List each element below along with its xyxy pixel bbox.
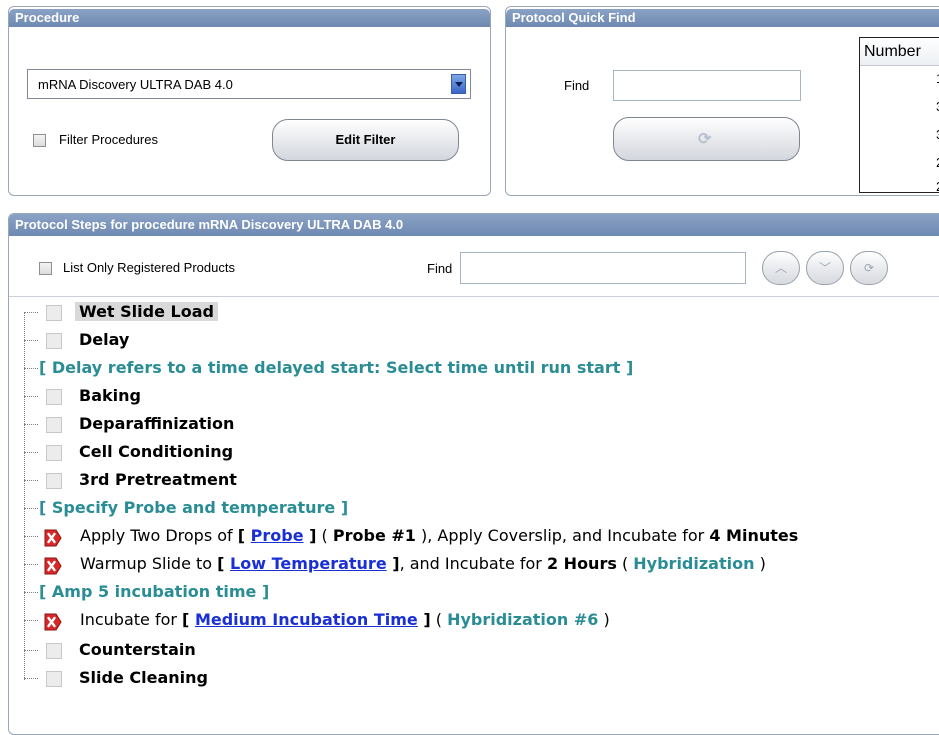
chevron-down-icon[interactable] (451, 74, 466, 94)
step-icon (46, 671, 62, 687)
step-comment: [ Amp 5 incubation time ] (39, 582, 270, 601)
tree-connector (24, 620, 38, 621)
step-icon (46, 389, 62, 405)
refresh-icon: ⟳ (698, 131, 712, 148)
step-label: Baking (79, 386, 141, 405)
tree-connector (24, 452, 38, 453)
results-column-header[interactable]: Number (860, 38, 939, 66)
results-table[interactable]: Number 1 3 3 2 2 (859, 37, 939, 194)
error-icon (44, 613, 62, 631)
quick-find-title: Protocol Quick Find (506, 9, 939, 27)
move-up-button[interactable]: ︿ (762, 251, 800, 285)
tree-connector (24, 480, 38, 481)
procedure-panel-title: Procedure (9, 9, 490, 27)
step-label: Deparaffinization (79, 414, 235, 433)
incubation-time-link[interactable]: Medium Incubation Time (195, 610, 418, 629)
tree-connector (24, 536, 38, 537)
tree-connector (24, 678, 38, 679)
step-icon (46, 305, 62, 321)
step-label: Cell Conditioning (79, 442, 234, 461)
step-label: Delay (79, 330, 130, 349)
chevron-down-icon: ﹀ (818, 261, 831, 275)
probe-link[interactable]: Probe (251, 526, 304, 545)
step-icon (46, 643, 62, 659)
registered-only-checkbox[interactable] (39, 262, 52, 275)
tree-connector (24, 312, 38, 313)
tree-connector (24, 424, 38, 425)
procedure-select[interactable]: mRNA Discovery ULTRA DAB 4.0 (27, 69, 471, 99)
step-label: 3rd Pretreatment (79, 470, 237, 489)
filter-procedures-label: Filter Procedures (59, 132, 158, 147)
tree-connector (24, 508, 38, 509)
step-label: Counterstain (79, 640, 196, 659)
steps-find-label: Find (427, 261, 453, 276)
step-comment: [ Specify Probe and temperature ] (39, 498, 349, 517)
quick-find-input[interactable] (613, 70, 801, 101)
error-icon (44, 557, 62, 575)
move-down-button[interactable]: ﹀ (806, 251, 844, 285)
filter-procedures-checkbox[interactable] (33, 134, 46, 147)
step-text: Warmup Slide to [ Low Temperature ], and… (80, 554, 766, 573)
refresh-icon: ⟳ (863, 261, 875, 275)
procedure-select-value: mRNA Discovery ULTRA DAB 4.0 (38, 77, 233, 92)
quick-find-label: Find (564, 78, 590, 93)
edit-filter-button[interactable]: Edit Filter (272, 119, 459, 161)
steps-divider (9, 296, 939, 297)
tree-connector (24, 592, 38, 593)
procedure-panel: Procedure mRNA Discovery ULTRA DAB 4.0 F… (8, 6, 491, 196)
tree-connector (24, 650, 38, 651)
edit-filter-label: Edit Filter (335, 132, 396, 147)
step-icon (46, 333, 62, 349)
tree-connector (24, 396, 38, 397)
step-label: Slide Cleaning (79, 668, 208, 687)
quick-find-panel: Protocol Quick Find Find ⟳ Number 1 3 3 … (505, 6, 939, 196)
step-icon (46, 417, 62, 433)
step-text: Incubate for [ Medium Incubation Time ] … (80, 610, 610, 629)
chevron-up-icon: ︿ (774, 261, 787, 275)
registered-only-label: List Only Registered Products (63, 260, 235, 275)
step-text: Apply Two Drops of [ Probe ] ( Probe #1 … (80, 526, 799, 545)
results-header-label: Number (864, 43, 921, 60)
step-icon (46, 445, 62, 461)
step-comment: [ Delay refers to a time delayed start: … (39, 358, 634, 377)
refresh-steps-button[interactable]: ⟳ (850, 251, 888, 285)
tree-connector (24, 340, 38, 341)
temperature-link[interactable]: Low Temperature (230, 554, 387, 573)
quick-find-button[interactable]: ⟳ (613, 117, 800, 161)
error-icon (44, 529, 62, 547)
protocol-steps-title: Protocol Steps for procedure mRNA Discov… (9, 214, 939, 236)
step-label: Wet Slide Load (75, 302, 218, 321)
tree-connector (24, 564, 38, 565)
step-icon (46, 473, 62, 489)
tree-connector (24, 368, 38, 369)
steps-find-input[interactable] (460, 252, 746, 284)
